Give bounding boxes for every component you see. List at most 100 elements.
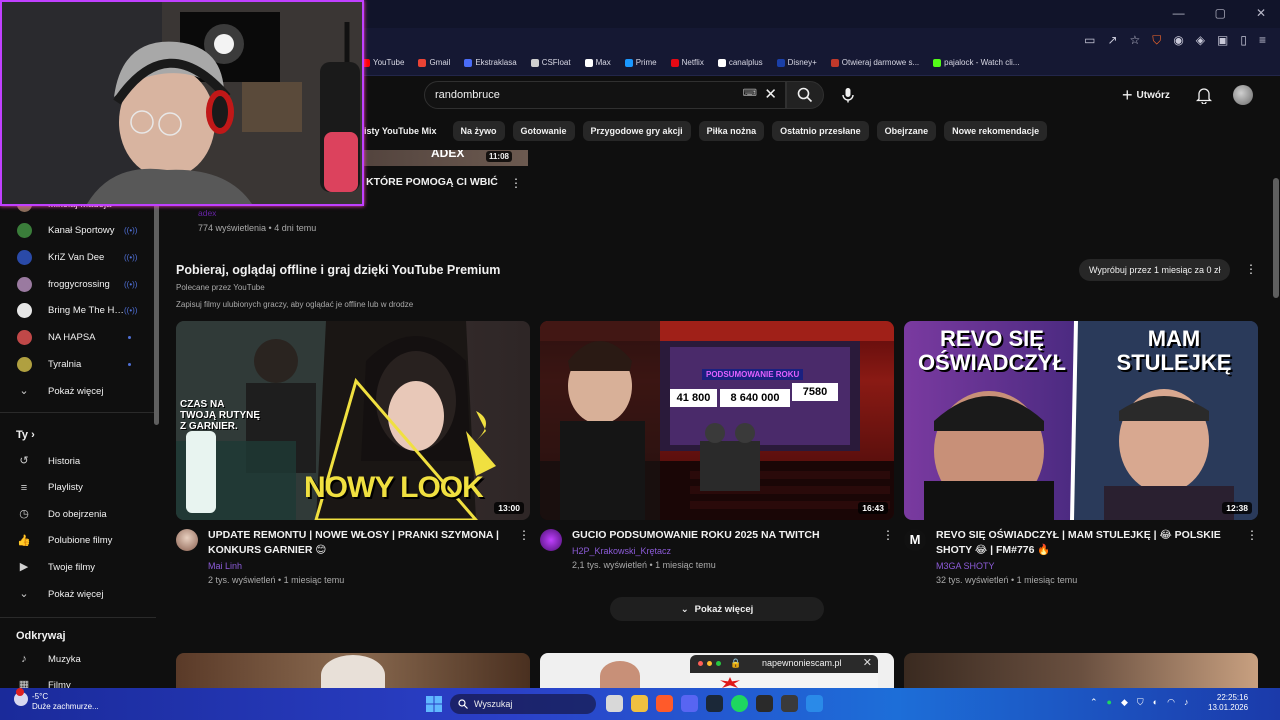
- bookmark-item[interactable]: pajalock - Watch cli...: [933, 58, 1019, 67]
- video-channel[interactable]: M3GA SHOTY: [936, 561, 995, 571]
- minimize-icon[interactable]: —: [1173, 6, 1185, 20]
- video-thumbnail[interactable]: [176, 653, 530, 688]
- taskbar-search[interactable]: Wyszukaj: [450, 694, 596, 714]
- weather-widget[interactable]: -5°C Duże zachmurze...: [32, 692, 99, 712]
- create-button[interactable]: + Utwórz: [1122, 85, 1170, 106]
- video-title[interactable]: UPDATE REMONTU | NOWE WŁOSY | PRANKI SZY…: [208, 528, 508, 558]
- bookmark-item[interactable]: Ekstraklasa: [464, 58, 517, 67]
- filter-chip[interactable]: Obejrzane: [876, 121, 937, 141]
- premium-section-menu-icon[interactable]: ⋮: [1245, 262, 1257, 276]
- filter-chip[interactable]: Przygodowe gry akcji: [582, 121, 691, 141]
- top-video-title[interactable]: KTÓRE POMOGĄ CI WBIĆ: [366, 176, 498, 188]
- video-thumbnail[interactable]: CZAS NA TWOJĄ RUTYNĘ Z GARNIER. NOWY LOO…: [176, 321, 530, 520]
- sidebar-item-your-videos[interactable]: ▶ Twoje filmy: [0, 556, 156, 578]
- steam-icon[interactable]: [706, 695, 723, 712]
- video-channel[interactable]: H2P_Krakowski_Krętacz: [572, 546, 671, 556]
- filter-chip[interactable]: Ostatnio przesłane: [772, 121, 869, 141]
- popup-close-icon[interactable]: ✕: [863, 656, 872, 669]
- share-icon[interactable]: ↗: [1107, 33, 1117, 48]
- tray-icon[interactable]: ◆: [1121, 697, 1128, 708]
- sidebar-item-watch-later[interactable]: ◷ Do obejrzenia: [0, 503, 156, 525]
- filter-chip[interactable]: Gotowanie: [512, 121, 575, 141]
- video-thumbnail[interactable]: REVO SIĘ OŚWIADCZYŁ MAM STULEJKĘ 12:38: [904, 321, 1258, 520]
- video-menu-icon[interactable]: ⋮: [1246, 528, 1258, 542]
- taskbar-clock[interactable]: 22:25:16 13.01.2026: [1208, 693, 1248, 713]
- close-window-icon[interactable]: ✕: [1256, 6, 1266, 20]
- bookmark-item[interactable]: YouTube: [362, 58, 404, 67]
- bookmark-item[interactable]: Gmail: [418, 58, 450, 67]
- spotify-tray-icon[interactable]: ●: [1107, 697, 1112, 708]
- sidebar-subscription[interactable]: Tyralnia: [0, 353, 156, 375]
- page-scrollbar[interactable]: [1273, 178, 1279, 298]
- video-thumbnail[interactable]: PODSUMOWANIE ROKU 41 800 8 640 000 7580 …: [540, 321, 894, 520]
- bookmark-item[interactable]: Prime: [624, 58, 657, 67]
- video-menu-icon[interactable]: ⋮: [518, 528, 530, 542]
- task-view-icon[interactable]: [606, 695, 623, 712]
- browser-menu-icon[interactable]: ≡: [1259, 33, 1266, 48]
- file-explorer-icon[interactable]: [631, 695, 648, 712]
- bookmark-item[interactable]: Otwieraj darmowe s...: [830, 58, 919, 67]
- tray-icon[interactable]: ◐: [1153, 697, 1158, 708]
- sidebar-item-history[interactable]: ↺ Historia: [0, 450, 156, 472]
- filter-chip[interactable]: Piłka nożna: [698, 121, 765, 141]
- sidebar-item-playlists[interactable]: ≡ Playlisty: [0, 477, 156, 499]
- channel-avatar[interactable]: [540, 529, 562, 551]
- shield-icon[interactable]: ⛉: [1137, 697, 1144, 708]
- popup-green-dot[interactable]: [716, 661, 721, 666]
- sidebar-subscription[interactable]: KriZ Van Dee ((•)): [0, 246, 156, 268]
- bookmark-item[interactable]: CSFloat: [530, 58, 571, 67]
- show-more-button[interactable]: ⌄ Pokaż więcej: [610, 597, 824, 621]
- windows-start-icon[interactable]: [426, 696, 442, 712]
- try-premium-button[interactable]: Wypróbuj przez 1 miesiąc za 0 zł: [1079, 259, 1231, 281]
- video-channel[interactable]: Mai Linh: [208, 561, 242, 571]
- bookmark-item[interactable]: Max: [584, 58, 611, 67]
- account-avatar[interactable]: [1233, 85, 1253, 105]
- sidebar-show-more-subs[interactable]: ⌄ Pokaż więcej: [0, 380, 156, 402]
- app-icon[interactable]: [806, 695, 823, 712]
- volume-icon[interactable]: ♪: [1184, 697, 1189, 708]
- cast-icon[interactable]: ▭: [1084, 33, 1095, 48]
- extension-icon-2[interactable]: ◈: [1196, 33, 1205, 48]
- sidebar-item-liked-videos[interactable]: 👍 Polubione filmy: [0, 530, 156, 552]
- sidebar-item-music[interactable]: ♪ Muzyka: [0, 648, 156, 670]
- sidebar-scrollbar[interactable]: [154, 190, 159, 425]
- keyboard-icon[interactable]: ⌨: [743, 88, 757, 99]
- channel-avatar[interactable]: M: [904, 529, 926, 551]
- sidebar-toggle-icon[interactable]: ▯: [1240, 33, 1247, 48]
- brave-browser-icon[interactable]: [656, 695, 673, 712]
- popup-red-dot[interactable]: [698, 661, 703, 666]
- bookmark-item[interactable]: Netflix: [670, 58, 704, 67]
- popup-yellow-dot[interactable]: [707, 661, 712, 666]
- obs-icon[interactable]: [756, 695, 773, 712]
- popup-window[interactable]: 🔒 napewnoniescam.pl ✕: [690, 655, 878, 688]
- sidebar-item-chevron-down[interactable]: ⌄ Pokaż więcej: [0, 583, 156, 605]
- sidebar-subscription[interactable]: Kanał Sportowy ((•)): [0, 220, 156, 242]
- search-input[interactable]: [435, 86, 735, 104]
- filter-chip[interactable]: Na żywo: [452, 121, 505, 141]
- spotify-icon[interactable]: [731, 695, 748, 712]
- video-title[interactable]: REVO SIĘ OŚWIADCZYŁ | MAM STULEJKĘ | 😂 P…: [936, 528, 1236, 558]
- filter-chip[interactable]: Nowe rekomendacje: [944, 121, 1048, 141]
- extension-icon-3[interactable]: ▣: [1217, 33, 1228, 48]
- sidebar-subscription[interactable]: NA HAPSA: [0, 327, 156, 349]
- top-video-menu-icon[interactable]: ⋮: [510, 176, 522, 190]
- video-thumbnail[interactable]: [904, 653, 1258, 688]
- filter-chip[interactable]: isty YouTube Mix: [362, 121, 445, 141]
- voice-search-button[interactable]: [834, 81, 862, 109]
- bookmark-item[interactable]: canalplus: [717, 58, 763, 67]
- notifications-bell-icon[interactable]: [1196, 86, 1212, 104]
- extension-icon-1[interactable]: ◉: [1173, 33, 1183, 48]
- channel-avatar[interactable]: [176, 529, 198, 551]
- top-video-channel[interactable]: adex: [198, 208, 216, 218]
- video-menu-icon[interactable]: ⋮: [882, 528, 894, 542]
- search-button[interactable]: [786, 81, 824, 109]
- sidebar-subscription[interactable]: Bring Me The Ho... ((•)): [0, 300, 156, 322]
- bookmark-star-icon[interactable]: ☆: [1130, 33, 1141, 48]
- wifi-icon[interactable]: ◠: [1167, 697, 1175, 708]
- discord-icon[interactable]: [681, 695, 698, 712]
- bookmark-item[interactable]: Disney+: [776, 58, 817, 67]
- clear-search-icon[interactable]: ✕: [764, 85, 777, 103]
- sidebar-you-heading[interactable]: Ty ›: [16, 429, 35, 441]
- maximize-icon[interactable]: ▢: [1215, 6, 1226, 20]
- app-icon[interactable]: [781, 695, 798, 712]
